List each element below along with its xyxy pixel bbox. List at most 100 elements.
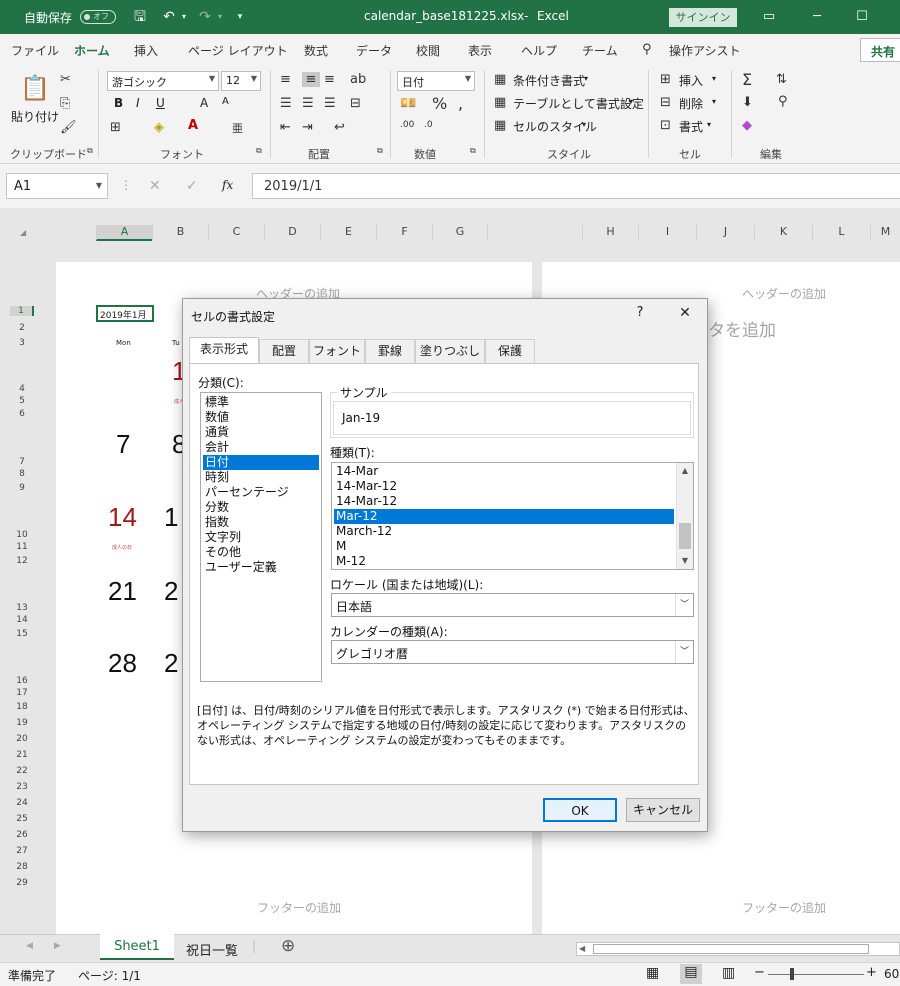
tab-file[interactable]: ファイル — [11, 42, 59, 59]
row-header[interactable]: 2 — [10, 323, 34, 333]
row-header[interactable]: 29 — [10, 878, 34, 888]
comma-style-icon[interactable]: , — [458, 94, 463, 113]
formula-input[interactable]: 2019/1/1 — [252, 173, 900, 199]
insert-dropdown-icon[interactable]: ▾ — [712, 74, 716, 83]
category-item[interactable]: 会計 — [203, 440, 319, 455]
row-header[interactable]: 17 — [10, 688, 34, 698]
number-format-combo[interactable]: 日付 ▼ — [397, 71, 475, 91]
increase-decimal-icon[interactable]: .00 — [400, 120, 414, 130]
type-item[interactable]: March-12 — [334, 524, 674, 539]
tab-fill[interactable]: 塗りつぶし — [415, 339, 485, 363]
orientation-icon[interactable]: ab — [350, 72, 366, 87]
tab-insert[interactable]: 挿入 — [134, 42, 158, 59]
cut-icon[interactable]: ✂ — [60, 72, 71, 87]
normal-view-icon[interactable]: ▦ — [646, 965, 659, 981]
cell-styles-icon[interactable]: ▦ — [494, 118, 506, 133]
column-header-e[interactable]: E — [320, 225, 376, 241]
format-cells-icon[interactable]: ⊡ — [660, 118, 671, 133]
column-header-j[interactable]: J — [696, 225, 754, 241]
locale-dropdown[interactable]: 日本語 ﹀ — [331, 593, 694, 617]
header-data-placeholder[interactable]: タを追加 — [708, 316, 776, 341]
decrease-indent-icon[interactable]: ⇤ — [280, 120, 291, 135]
column-header-g[interactable]: G — [432, 225, 488, 241]
row-header[interactable]: 18 — [10, 702, 34, 712]
align-center-icon[interactable]: ☰ — [302, 96, 314, 111]
undo-dropdown-icon[interactable]: ▾ — [175, 8, 193, 26]
row-header[interactable]: 22 — [10, 766, 34, 776]
copy-icon[interactable]: ⎘ — [60, 96, 70, 111]
align-middle-icon[interactable]: ≡ — [302, 72, 320, 87]
cancel-button[interactable]: キャンセル — [626, 798, 700, 822]
row-header[interactable]: 11 — [10, 542, 34, 552]
format-as-table-icon[interactable]: ▦ — [494, 95, 506, 110]
delete-cells-button[interactable]: 削除 — [679, 95, 703, 112]
row-header[interactable]: 3 — [10, 338, 34, 348]
minimize-icon[interactable]: ─ — [808, 8, 826, 26]
category-item-selected[interactable]: 日付 — [203, 455, 319, 470]
column-header-k[interactable]: K — [754, 225, 812, 241]
insert-function-button[interactable]: fx — [222, 178, 233, 192]
tab-help[interactable]: ヘルプ — [521, 42, 557, 59]
tab-view[interactable]: 表示 — [468, 42, 492, 59]
conditional-format-icon[interactable]: ▦ — [494, 72, 506, 87]
category-item[interactable]: 文字列 — [203, 530, 319, 545]
maximize-icon[interactable]: ☐ — [853, 8, 871, 26]
delete-cells-icon[interactable]: ⊟ — [660, 95, 671, 110]
row-header[interactable]: 4 — [10, 384, 34, 394]
footer-placeholder-right[interactable]: フッターの追加 — [742, 899, 826, 916]
row-header[interactable]: 6 — [10, 409, 34, 419]
share-button[interactable]: 共有 — [860, 38, 900, 62]
name-box[interactable]: A1 ▼ — [6, 173, 108, 199]
category-item[interactable]: 指数 — [203, 515, 319, 530]
signin-button[interactable]: サインイン — [669, 8, 737, 27]
sheet-tab-holidays[interactable]: 祝日一覧 — [186, 940, 238, 959]
page-layout-view-icon[interactable]: ▤ — [680, 964, 702, 984]
column-header-d[interactable]: D — [264, 225, 320, 241]
align-bottom-icon[interactable]: ≡ — [324, 72, 335, 87]
ok-button[interactable]: OK — [543, 798, 617, 822]
scroll-down-icon[interactable]: ▼ — [677, 553, 693, 569]
tab-font[interactable]: フォント — [309, 339, 365, 363]
dialog-help-button[interactable]: ? — [630, 305, 650, 320]
percent-style-icon[interactable]: % — [432, 94, 447, 113]
redo-dropdown-icon[interactable]: ▾ — [211, 8, 229, 26]
align-right-icon[interactable]: ☰ — [324, 96, 336, 111]
tab-review[interactable]: 校閲 — [416, 42, 440, 59]
calendar-day[interactable]: 14 — [108, 502, 137, 533]
row-header[interactable]: 28 — [10, 862, 34, 872]
autosum-icon[interactable]: Σ — [742, 70, 752, 89]
type-item[interactable]: M-12 — [334, 554, 674, 569]
accounting-format-icon[interactable]: 💴 — [400, 96, 416, 111]
type-item[interactable]: 14-Mar — [334, 464, 674, 479]
horizontal-scroll-thumb[interactable] — [593, 944, 869, 954]
alignment-launcher-icon[interactable]: ⧉ — [377, 146, 383, 156]
zoom-slider-thumb[interactable] — [790, 968, 794, 980]
tab-alignment[interactable]: 配置 — [259, 339, 309, 363]
type-item-selected[interactable]: Mar-12 — [334, 509, 674, 524]
save-icon[interactable]: 🖫 — [131, 8, 149, 26]
tab-protection[interactable]: 保護 — [485, 339, 535, 363]
column-header-c[interactable]: C — [208, 225, 264, 241]
row-header[interactable]: 25 — [10, 814, 34, 824]
row-header[interactable]: 5 — [10, 396, 34, 406]
clear-icon[interactable]: ◆ — [742, 118, 752, 133]
type-item[interactable]: 14-Mar-12 — [334, 479, 674, 494]
category-item[interactable]: パーセンテージ — [203, 485, 319, 500]
fill-icon[interactable]: ⬇ — [742, 95, 753, 110]
font-size-combo[interactable]: 12 ▼ — [221, 71, 261, 91]
insert-cells-icon[interactable]: ⊞ — [660, 72, 671, 87]
tab-team[interactable]: チーム — [582, 42, 618, 59]
zoom-out-icon[interactable]: − — [754, 965, 765, 980]
scroll-sheets-right-icon[interactable]: ▶ — [54, 941, 61, 951]
customize-qat-icon[interactable]: ▾ — [231, 8, 249, 26]
row-header[interactable]: 21 — [10, 750, 34, 760]
calendar-day[interactable]: 7 — [116, 429, 130, 460]
paste-button[interactable]: 貼り付け — [11, 108, 59, 125]
phonetic-icon[interactable]: 亜 — [232, 120, 243, 136]
font-color-icon[interactable]: A — [188, 118, 198, 133]
row-header[interactable]: 1 — [10, 306, 34, 316]
type-item[interactable]: 14-Mar-12 — [334, 494, 674, 509]
table-dropdown-icon[interactable]: ▾ — [629, 97, 633, 106]
row-header[interactable]: 9 — [10, 483, 34, 493]
zoom-slider[interactable] — [768, 974, 864, 975]
